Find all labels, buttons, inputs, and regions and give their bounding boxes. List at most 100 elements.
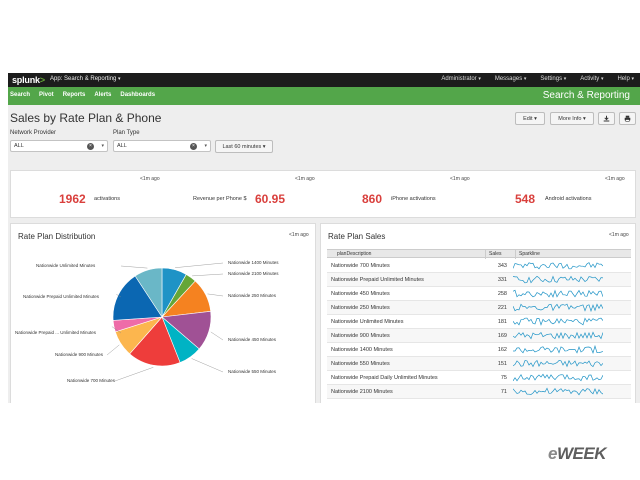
menu-messages[interactable]: Messages ▾ [495,76,527,82]
chevron-down-icon: ▾ [563,76,567,82]
chevron-down-icon: ▾ [583,115,586,122]
sparkline [513,359,603,368]
menu-help[interactable]: Help ▾ [617,76,634,82]
sparkline-line [513,289,603,298]
menu-label: Administrator [441,76,477,82]
edit-button[interactable]: Edit ▾ [515,112,545,125]
cell-sales: 75 [500,375,507,381]
cell-plan-description: Nationwide 900 Minutes [331,333,390,339]
column-header-plan[interactable]: planDescription [337,251,371,257]
logo-chevron: > [39,75,45,85]
cell-sales: 162 [497,347,507,353]
top-bar: splunk> App: Search & Reporting ▾ Admini… [8,73,640,87]
table-row[interactable]: Nationwide Prepaid Unlimited Minutes 331 [327,273,631,287]
page-title: Sales by Rate Plan & Phone [10,111,162,125]
pie-slice-label: Nationwide 450 Minutes [228,337,277,342]
activations-label: activations [94,196,120,202]
cell-sales: 169 [497,333,507,339]
chevron-down-icon: ▾ [262,143,266,150]
pie-leader-line [210,331,224,341]
android-activations-value[interactable]: 548 [515,192,535,206]
app-nav-bar: Search Pivot Reports Alerts Dashboards S… [8,87,640,105]
chevron-down-icon: ▾ [101,143,104,149]
menu-activity[interactable]: Activity ▾ [580,76,603,82]
nav-reports[interactable]: Reports [63,92,95,98]
nav-pivot[interactable]: Pivot [39,92,63,98]
column-header-sales[interactable]: Sales [489,251,502,257]
iphone-activations-value[interactable]: 860 [362,192,382,206]
download-icon [603,115,610,122]
sparkline [513,289,603,298]
timestamp: <1m ago [609,232,629,238]
column-header-sparkline[interactable]: Sparkline [519,251,540,257]
print-button[interactable] [619,112,636,125]
table-row[interactable]: Nationwide 450 Minutes 258 [327,287,631,301]
top-right-menu: Administrator ▾ Messages ▾ Settings ▾ Ac… [441,76,634,82]
table-header: planDescription Sales Sparkline [327,249,631,259]
sparkline [513,331,603,340]
sparkline-line [513,387,603,396]
activations-value[interactable]: 1962 [59,192,86,206]
nav-alerts[interactable]: Alerts [94,92,120,98]
menu-administrator[interactable]: Administrator ▾ [441,76,481,82]
timestamp: <1m ago [605,176,625,182]
menu-label: Activity [580,76,600,82]
clear-icon[interactable]: × [190,143,197,150]
plan-type-value: ALL [117,143,127,149]
chevron-down-icon: ▾ [478,76,481,82]
cell-plan-description: Nationwide Prepaid Daily Unlimited Minut… [331,375,438,381]
table-row[interactable]: Nationwide 700 Minutes 343 [327,259,631,273]
table-row[interactable]: Nationwide 900 Minutes 169 [327,329,631,343]
revenue-value[interactable]: 60.95 [255,192,285,206]
cell-sales: 151 [497,361,507,367]
cell-sales: 221 [497,305,507,311]
time-range-picker[interactable]: Last 60 minutes ▾ [215,140,273,153]
single-value-panel: <1m ago <1m ago <1m ago <1m ago 1962 act… [10,170,636,218]
network-provider-select[interactable]: ALL × ▾ [10,140,108,152]
table-row[interactable]: Nationwide 250 Minutes 221 [327,301,631,315]
sparkline-line [513,275,603,284]
cell-sales: 331 [497,277,507,283]
revenue-label: Revenue per Phone $ [193,196,247,202]
chevron-down-icon: ▾ [631,76,634,82]
sparkline-line [513,317,603,326]
table-row[interactable]: Nationwide 2100 Minutes 71 [327,385,631,399]
nav-dashboards[interactable]: Dashboards [120,92,164,98]
cell-plan-description: Nationwide 450 Minutes [331,291,390,297]
plan-type-label: Plan Type [113,130,140,136]
more-info-button[interactable]: More Info ▾ [550,112,594,125]
app-title: Search & Reporting [542,90,630,101]
time-range-label: Last 60 minutes [222,143,262,150]
sparkline [513,262,603,270]
pie-leader-line [175,262,224,268]
column-divider [515,250,516,259]
menu-settings[interactable]: Settings ▾ [540,76,566,82]
sparkline-line [513,344,603,354]
app-menu[interactable]: App: Search & Reporting ▾ [50,76,121,82]
table-row[interactable]: Nationwide 550 Minutes 151 [327,357,631,371]
export-button[interactable] [598,112,615,125]
table-row[interactable]: Nationwide Unlimited Minutes 181 [327,315,631,329]
table-row[interactable]: Nationwide 1400 Minutes 162 [327,343,631,357]
plan-type-select[interactable]: ALL × ▾ [113,140,211,152]
sparkline-line [513,262,603,270]
chevron-down-icon: ▾ [523,76,527,82]
sparkline [513,344,603,354]
cell-sales: 181 [497,319,507,325]
menu-label: Settings [540,76,563,82]
chevron-down-icon: ▾ [204,143,207,149]
sparkline-line [513,303,603,313]
cell-plan-description: Nationwide 250 Minutes [331,305,390,311]
table-row[interactable]: Nationwide Prepaid Daily Unlimited Minut… [327,371,631,385]
pie-slice-label: Nationwide 700 Minutes [67,378,116,383]
pie-slice-label: Nationwide 250 Minutes [228,293,277,298]
splunk-logo[interactable]: splunk> [12,75,45,85]
network-provider-label: Network Provider [10,130,57,136]
watermark-prefix: e [548,444,557,463]
pie-slice-label: Nationwide Prepaid Unlimited Minutes [23,294,100,299]
clear-icon[interactable]: × [87,143,94,150]
cell-sales: 71 [500,389,507,395]
eweek-watermark-logo: eWEEK [548,444,606,464]
iphone-activations-label: iPhone activations [391,196,436,202]
nav-search[interactable]: Search [10,92,39,98]
